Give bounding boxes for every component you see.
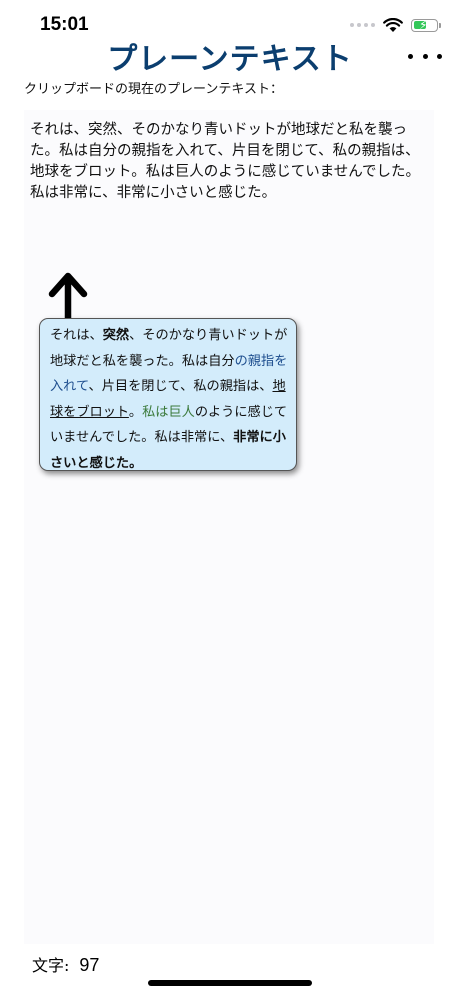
- wifi-icon: [383, 17, 403, 32]
- status-time: 15:01: [40, 14, 89, 35]
- char-count-value: 97: [79, 955, 100, 975]
- home-indicator[interactable]: [148, 980, 312, 986]
- styled-segment-bold: 突然: [102, 328, 130, 343]
- styled-segment-green: 私は巨人: [142, 404, 195, 420]
- clipboard-caption: クリップボードの現在のプレーンテキスト：: [24, 82, 283, 97]
- cellular-dots-icon: [350, 23, 375, 27]
- plain-text-content: それは、突然、そのかなり青いドットが地球だと私を襲った。私は自分の親指を入れて、…: [30, 122, 421, 201]
- status-icons: ⚡: [350, 16, 441, 34]
- more-horizontal-icon: [408, 53, 413, 59]
- char-count: 文字: 97: [32, 952, 99, 976]
- styled-segment: 。: [128, 404, 143, 420]
- styled-segment: それは、: [50, 328, 103, 343]
- battery-charging-icon: ⚡: [411, 18, 441, 32]
- char-count-label: 文字:: [32, 956, 70, 975]
- styled-segment: 、片目を閉じて、私の親指は、: [88, 379, 273, 394]
- more-button[interactable]: [408, 46, 442, 66]
- arrow-up-icon: [48, 272, 88, 324]
- styled-text-callout: それは、突然、そのかなり青いドットが地球だと私を襲った。私は自分の親指を入れて、…: [39, 318, 297, 471]
- text-view[interactable]: それは、突然、そのかなり青いドットが地球だと私を襲った。私は自分の親指を入れて、…: [24, 110, 434, 944]
- page-title: プレーンテキスト: [107, 42, 353, 77]
